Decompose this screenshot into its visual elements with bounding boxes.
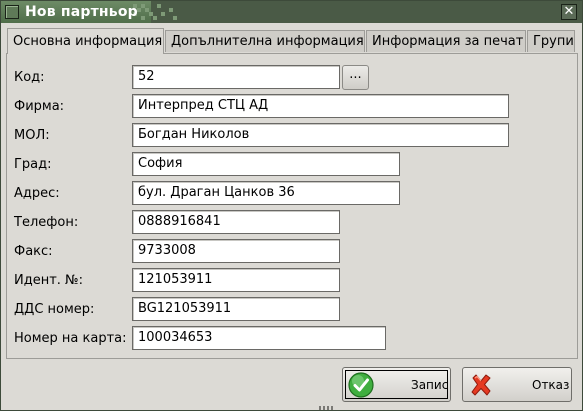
city-label: Град:: [14, 157, 52, 172]
tab-groups-label: Групи: [533, 34, 574, 49]
dialog-window: Нов партньор ✕ Основна информация Допълн…: [0, 0, 583, 411]
tab-basic-info[interactable]: Основна информация: [7, 28, 164, 54]
cross-icon: [471, 374, 491, 396]
city-field[interactable]: София: [132, 152, 400, 176]
tab-print-info-label: Информация за печат: [372, 34, 524, 49]
phone-label: Телефон:: [14, 215, 79, 230]
checkmark-icon: [348, 372, 374, 398]
close-button[interactable]: ✕: [561, 4, 577, 20]
phone-field[interactable]: 0888916841: [132, 210, 340, 234]
cancel-button[interactable]: Отказ: [462, 367, 572, 402]
tab-additional-info[interactable]: Допълнителна информация: [165, 30, 365, 52]
resize-grip[interactable]: [319, 406, 335, 410]
window-icon[interactable]: [5, 5, 19, 19]
tab-additional-info-label: Допълнителна информация: [171, 34, 364, 49]
address-field[interactable]: бул. Драган Цанков 36: [132, 181, 400, 205]
window-title: Нов партньор: [25, 4, 138, 20]
mol-field[interactable]: Богдан Николов: [132, 123, 509, 147]
code-lookup-button[interactable]: ...: [342, 65, 369, 90]
address-label: Адрес:: [14, 186, 60, 201]
company-field[interactable]: Интерпред СТЦ АД: [132, 94, 509, 118]
ident-field[interactable]: 121053911: [132, 268, 340, 292]
save-button-label: Запис: [411, 378, 449, 392]
code-field[interactable]: 52: [132, 65, 340, 89]
vat-field[interactable]: BG121053911: [132, 297, 340, 321]
tab-basic-info-label: Основна информация: [13, 34, 163, 49]
cancel-button-label: Отказ: [532, 378, 570, 392]
company-label: Фирма:: [14, 99, 65, 114]
tab-print-info[interactable]: Информация за печат: [366, 30, 526, 52]
title-bar-pattern: [133, 4, 181, 20]
close-icon: ✕: [563, 4, 575, 19]
ident-label: Идент. №:: [14, 273, 83, 288]
fax-field[interactable]: 9733008: [132, 239, 340, 263]
fax-label: Факс:: [14, 244, 53, 259]
vat-label: ДДС номер:: [14, 302, 95, 317]
save-button[interactable]: Запис: [342, 367, 451, 402]
card-field[interactable]: 100034653: [132, 326, 386, 350]
card-label: Номер на карта:: [14, 331, 127, 346]
title-bar[interactable]: Нов партньор ✕: [1, 1, 582, 23]
tab-groups[interactable]: Групи: [527, 30, 575, 52]
code-label: Код:: [14, 70, 45, 85]
mol-label: МОЛ:: [14, 128, 50, 143]
